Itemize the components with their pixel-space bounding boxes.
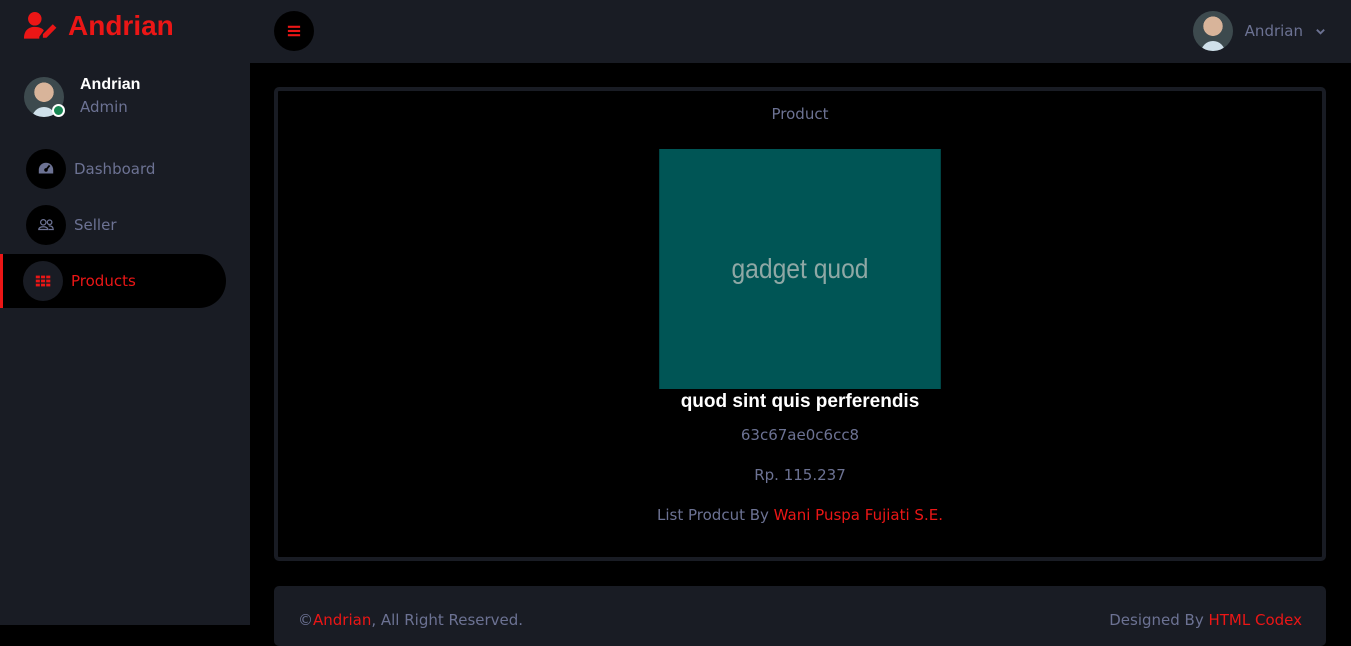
brand-logo[interactable]: Andrian [24, 10, 174, 42]
designed-by-prefix: Designed By [1109, 611, 1209, 629]
sidebar-item-seller[interactable]: Seller [0, 198, 226, 252]
seller-link[interactable]: Wani Puspa Fujiati S.E. [774, 506, 943, 524]
section-title: Product [771, 105, 829, 123]
designer-link[interactable]: HTML Codex [1208, 611, 1302, 629]
online-status-dot [52, 104, 65, 117]
footer-owner-link[interactable]: Andrian [313, 611, 371, 629]
sidebar: Andrian Andrian Admin Dashboard Seller P… [0, 0, 250, 625]
footer-copyright: ©Andrian, All Right Reserved. [298, 611, 523, 629]
chevron-down-icon [1316, 28, 1325, 35]
sidebar-item-label: Seller [74, 216, 117, 234]
grid-icon [23, 261, 63, 301]
avatar [1192, 11, 1233, 51]
user-edit-icon [24, 12, 57, 39]
footer-rights: , All Right Reserved. [371, 611, 524, 629]
sidebar-item-label: Products [71, 272, 136, 290]
product-id: 63c67ae0c6cc8 [740, 426, 860, 444]
tachometer-icon [26, 149, 66, 189]
product-card: Product gadget quod quod sint quis perfe… [274, 87, 1326, 561]
sidebar-toggle-button[interactable] [274, 11, 314, 51]
product-name: quod sint quis perferendis [680, 391, 920, 412]
copyright-symbol: © [298, 611, 313, 629]
bars-icon [287, 25, 301, 37]
footer-credit: Designed By HTML Codex [1109, 611, 1302, 629]
sidebar-item-dashboard[interactable]: Dashboard [0, 142, 226, 196]
product-image-text: gadget quod [731, 253, 869, 284]
profile-role: Admin [80, 98, 128, 116]
footer: ©Andrian, All Right Reserved. Designed B… [274, 586, 1326, 646]
product-listed-by: List Prodcut By Wani Puspa Fujiati S.E. [278, 506, 1322, 524]
user-menu-name: Andrian [1244, 22, 1303, 40]
sidebar-nav: Dashboard Seller Products [0, 142, 250, 310]
topbar: Andrian [250, 0, 1351, 63]
product-image: gadget quod [659, 149, 941, 389]
product-price: Rp. 115.237 [754, 466, 846, 484]
listed-by-prefix: List Prodcut By [657, 506, 774, 524]
sidebar-item-label: Dashboard [74, 160, 156, 178]
sidebar-profile: Andrian Admin [24, 75, 140, 119]
profile-name: Andrian [80, 76, 141, 93]
user-menu[interactable]: Andrian [1192, 11, 1326, 51]
sidebar-item-products[interactable]: Products [0, 254, 226, 308]
users-icon [26, 205, 66, 245]
brand-name: Andrian [68, 10, 174, 41]
